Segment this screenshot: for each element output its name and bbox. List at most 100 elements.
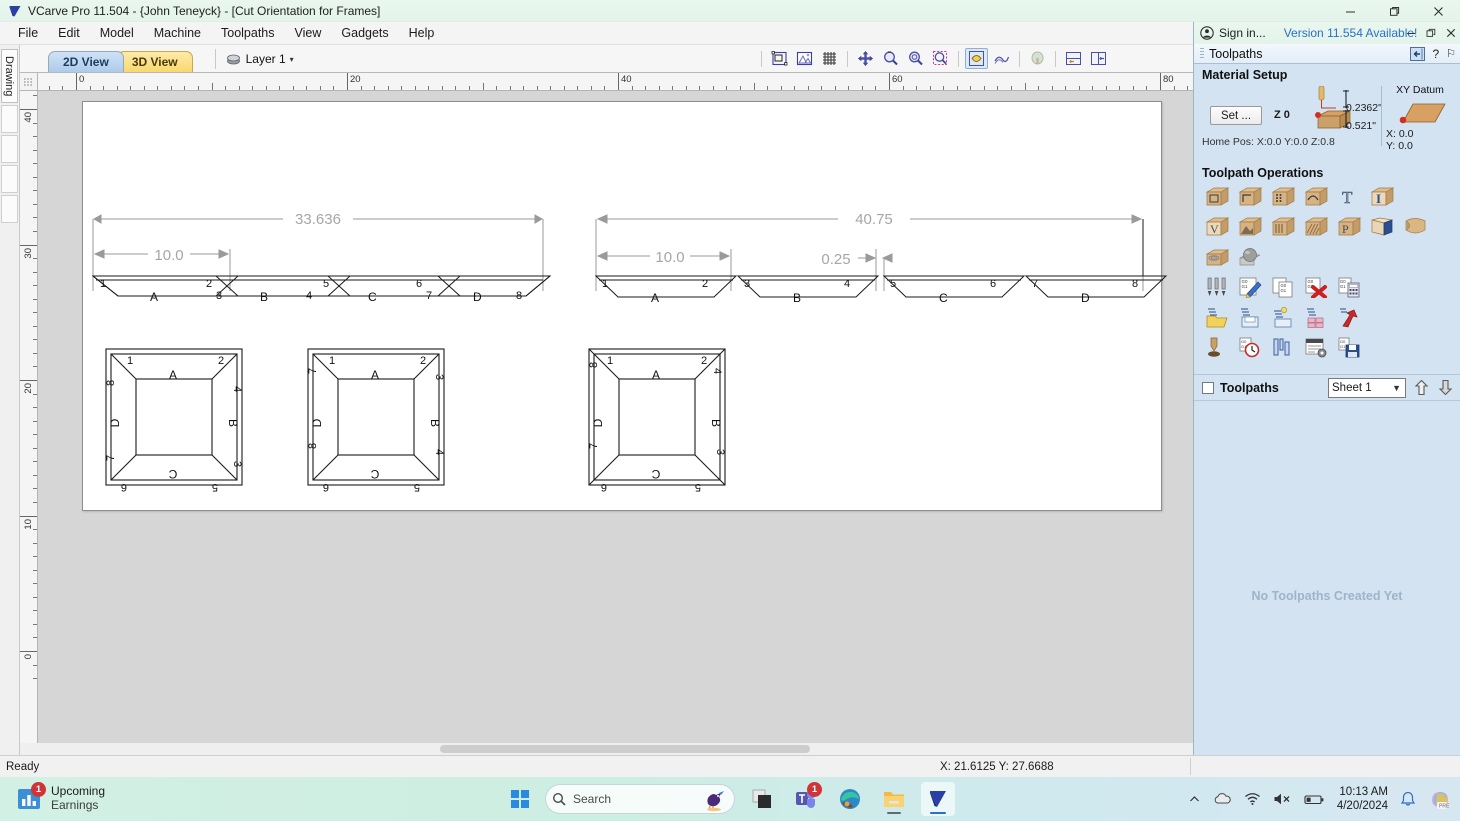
split-vertical-icon[interactable]: [1087, 48, 1110, 69]
chevron-down-icon[interactable]: ▾: [290, 55, 294, 64]
taskview-icon[interactable]: [745, 782, 779, 816]
drilling-toolpath-icon[interactable]: [1268, 184, 1299, 210]
duplicate-toolpath-icon[interactable]: G0 G1: [1268, 274, 1299, 300]
finishing-toolpath-icon[interactable]: [1235, 244, 1266, 270]
minimize-button[interactable]: [1328, 0, 1372, 22]
menu-machine[interactable]: Machine: [144, 23, 211, 43]
bell-icon[interactable]: [1400, 791, 1416, 807]
menu-edit[interactable]: Edit: [48, 23, 90, 43]
onedrive-cloud-icon[interactable]: [1213, 792, 1232, 806]
vertical-tab-drawing[interactable]: Drawing: [1, 49, 18, 104]
operations-row-3: [1202, 244, 1454, 270]
vertical-slot-3[interactable]: [1, 165, 18, 194]
inlay-toolpath-icon[interactable]: I: [1367, 184, 1398, 210]
teams-icon[interactable]: 1: [789, 782, 823, 816]
toolpath-template-icon[interactable]: [1268, 304, 1299, 330]
menu-help[interactable]: Help: [399, 23, 445, 43]
zoom-in-icon[interactable]: [879, 48, 902, 69]
toggle-bitmap-icon[interactable]: [793, 48, 816, 69]
arrow-down-icon[interactable]: [1436, 378, 1454, 398]
tool-database-icon[interactable]: [1202, 274, 1233, 300]
tab-2d-view[interactable]: 2D View: [48, 51, 124, 72]
wrapping-icon[interactable]: [1400, 214, 1431, 240]
mould-toolpath-icon[interactable]: P: [1334, 214, 1365, 240]
sheet-select[interactable]: Sheet 1 ▼: [1328, 377, 1406, 398]
pan-icon[interactable]: [854, 48, 877, 69]
ruled-surface-icon[interactable]: [1367, 214, 1398, 240]
file-explorer-icon[interactable]: [877, 782, 911, 816]
arrow-up-icon[interactable]: [1412, 378, 1430, 398]
edge-icon[interactable]: [833, 782, 867, 816]
vertical-ruler[interactable]: 0 10 20 30 40: [20, 91, 38, 743]
search-input[interactable]: Search: [545, 784, 735, 814]
menu-toolpaths[interactable]: Toolpaths: [211, 23, 285, 43]
fluting-toolpath-icon[interactable]: [1268, 214, 1299, 240]
panel-pin-button[interactable]: ⚐: [1446, 47, 1456, 60]
quick-engrave-icon[interactable]: [1301, 184, 1332, 210]
edit-toolpath-icon[interactable]: G0 G1: [1235, 274, 1266, 300]
estimate-time-icon[interactable]: G0 G1: [1235, 334, 1266, 360]
collapse-left-icon[interactable]: [1410, 46, 1426, 61]
vertical-slot-1[interactable]: [1, 105, 18, 134]
zoom-fit-icon[interactable]: [990, 48, 1013, 69]
material-set-button[interactable]: Set ...: [1210, 106, 1262, 125]
split-horizontal-icon[interactable]: [1062, 48, 1085, 69]
save-toolpath-disk-icon[interactable]: G0 G1: [1334, 334, 1365, 360]
menu-model[interactable]: Model: [90, 23, 144, 43]
tab-3d-view[interactable]: 3D View: [116, 51, 193, 72]
toolpaths-visibility-checkbox[interactable]: [1202, 381, 1214, 394]
run-toolpath-icon[interactable]: [1334, 304, 1365, 330]
save-toolpath-icon[interactable]: [1235, 304, 1266, 330]
layer-selector[interactable]: Layer 1 ▾: [214, 49, 294, 69]
toolpath-list-empty-area[interactable]: No Toolpaths Created Yet: [1194, 400, 1460, 755]
prism-carving-icon[interactable]: [1235, 214, 1266, 240]
windows-start-icon[interactable]: [505, 784, 535, 814]
menu-gadgets[interactable]: Gadgets: [331, 23, 398, 43]
volume-muted-icon[interactable]: [1273, 792, 1292, 806]
xy-datum-icon[interactable]: [1391, 98, 1449, 128]
texture-toolpath-icon[interactable]: [1301, 214, 1332, 240]
close-button[interactable]: [1416, 0, 1460, 22]
vertical-slot-4[interactable]: [1, 195, 18, 224]
simulate-toolpath-icon[interactable]: [1202, 334, 1233, 360]
zoom-drawing-icon[interactable]: [965, 48, 988, 69]
panel-close-button[interactable]: [1446, 28, 1456, 38]
select-rectangle-icon[interactable]: [768, 48, 791, 69]
snap-grid-icon[interactable]: [818, 48, 841, 69]
pocket-toolpath-icon[interactable]: [1235, 184, 1266, 210]
vcarve-icon[interactable]: [921, 782, 955, 816]
open-toolpath-icon[interactable]: [1202, 304, 1233, 330]
text-toolpath-icon[interactable]: T: [1334, 184, 1365, 210]
roughing-toolpath-icon[interactable]: [1202, 244, 1233, 270]
taskbar-clock[interactable]: 10:13 AM 4/20/2024: [1337, 785, 1388, 814]
toolpath-list-settings-icon[interactable]: [1301, 334, 1332, 360]
panel-help-button[interactable]: ?: [1432, 47, 1439, 61]
wifi-icon[interactable]: [1244, 792, 1261, 806]
ruler-corner[interactable]: [20, 73, 38, 91]
panel-minimize-button[interactable]: [1406, 28, 1416, 38]
menu-view[interactable]: View: [285, 23, 332, 43]
taskbar-widget[interactable]: 1 Upcoming Earnings: [16, 782, 105, 813]
signin-label[interactable]: Sign in...: [1219, 26, 1266, 40]
menu-file[interactable]: File: [8, 23, 48, 43]
ruler-tick-minor: [33, 271, 37, 273]
profile-toolpath-icon[interactable]: [1202, 184, 1233, 210]
toolpath-tiling-icon[interactable]: [1301, 304, 1332, 330]
panel-restore-button[interactable]: [1426, 28, 1436, 38]
vertical-slot-2[interactable]: [1, 135, 18, 164]
preview-icon[interactable]: [1026, 48, 1049, 69]
horizontal-scroll-thumb[interactable]: [440, 745, 810, 753]
maximize-button[interactable]: [1372, 0, 1416, 22]
zoom-selection-icon[interactable]: [929, 48, 952, 69]
panel-grip-handle[interactable]: [1200, 47, 1204, 60]
vcarve-toolpath-icon[interactable]: V: [1202, 214, 1233, 240]
nesting-icon[interactable]: [1268, 334, 1299, 360]
delete-toolpath-icon[interactable]: G0 G1: [1301, 274, 1332, 300]
copilot-icon[interactable]: PRE: [1428, 787, 1452, 811]
zoom-out-icon[interactable]: [904, 48, 927, 69]
battery-icon[interactable]: [1304, 793, 1325, 806]
account-circle-icon[interactable]: [1200, 26, 1214, 40]
recalculate-toolpath-icon[interactable]: G0 G1: [1334, 274, 1365, 300]
show-hidden-icons-icon[interactable]: [1188, 793, 1201, 806]
version-available-link[interactable]: Version 11.554 Available!: [1284, 26, 1418, 40]
